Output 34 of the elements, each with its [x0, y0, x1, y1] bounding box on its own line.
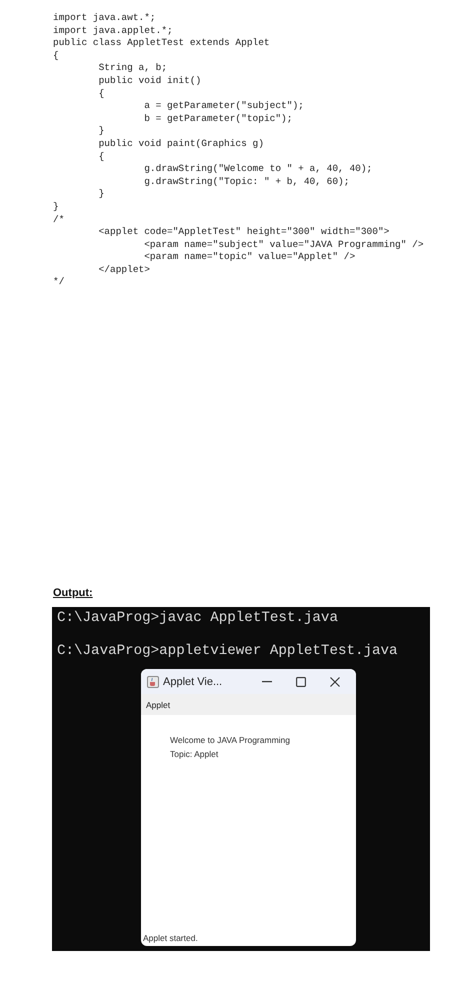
code-line: </applet> [98, 264, 150, 276]
console-line: C:\JavaProg>javac AppletTest.java [57, 609, 338, 628]
code-line: <param name="topic" value="Applet" /> [143, 251, 356, 264]
code-line: /* [53, 214, 64, 226]
code-line: */ [53, 276, 64, 290]
console-line: C:\JavaProg>appletviewer AppletTest.java [57, 642, 398, 660]
code-line: a = getParameter("subject"); [143, 100, 304, 113]
window-title: Applet Vie... [163, 676, 222, 688]
code-line: { [98, 88, 104, 100]
code-line: public void init() [98, 74, 202, 88]
coffee-cup-icon [147, 676, 159, 688]
code-line: public class AppletTest extends Applet [53, 37, 270, 50]
code-line: String a, b; [98, 62, 168, 75]
menu-item[interactable]: Applet [146, 700, 170, 710]
close-icon[interactable] [330, 676, 340, 687]
status-text: Applet started. [142, 933, 198, 946]
code-line: import java.applet.*; [53, 24, 173, 38]
code-line: import java.awt.*; [53, 12, 156, 25]
output-heading: Output: [53, 587, 93, 600]
code-line: { [98, 150, 104, 164]
code-line: b = getParameter("topic"); [143, 112, 292, 126]
applet-text: Welcome to JAVA Programming [170, 734, 290, 748]
code-line: } [98, 125, 104, 138]
maximize-icon[interactable] [296, 676, 306, 687]
code-line: <applet code="AppletTest" height="300" width="300"> [98, 226, 390, 239]
code-line: } [53, 200, 59, 214]
code-line: g.drawString("Welcome to " + a, 40, 40); [143, 163, 372, 176]
code-line: { [53, 50, 59, 62]
code-line: } [98, 188, 104, 201]
code-line: public void paint(Graphics g) [98, 138, 264, 151]
code-line: <param name="subject" value="JAVA Programming" /> [143, 238, 424, 252]
minimize-icon[interactable] [262, 680, 272, 683]
applet-text: Topic: Applet [170, 748, 218, 762]
code-line: g.drawString("Topic: " + b, 40, 60); [143, 176, 350, 188]
